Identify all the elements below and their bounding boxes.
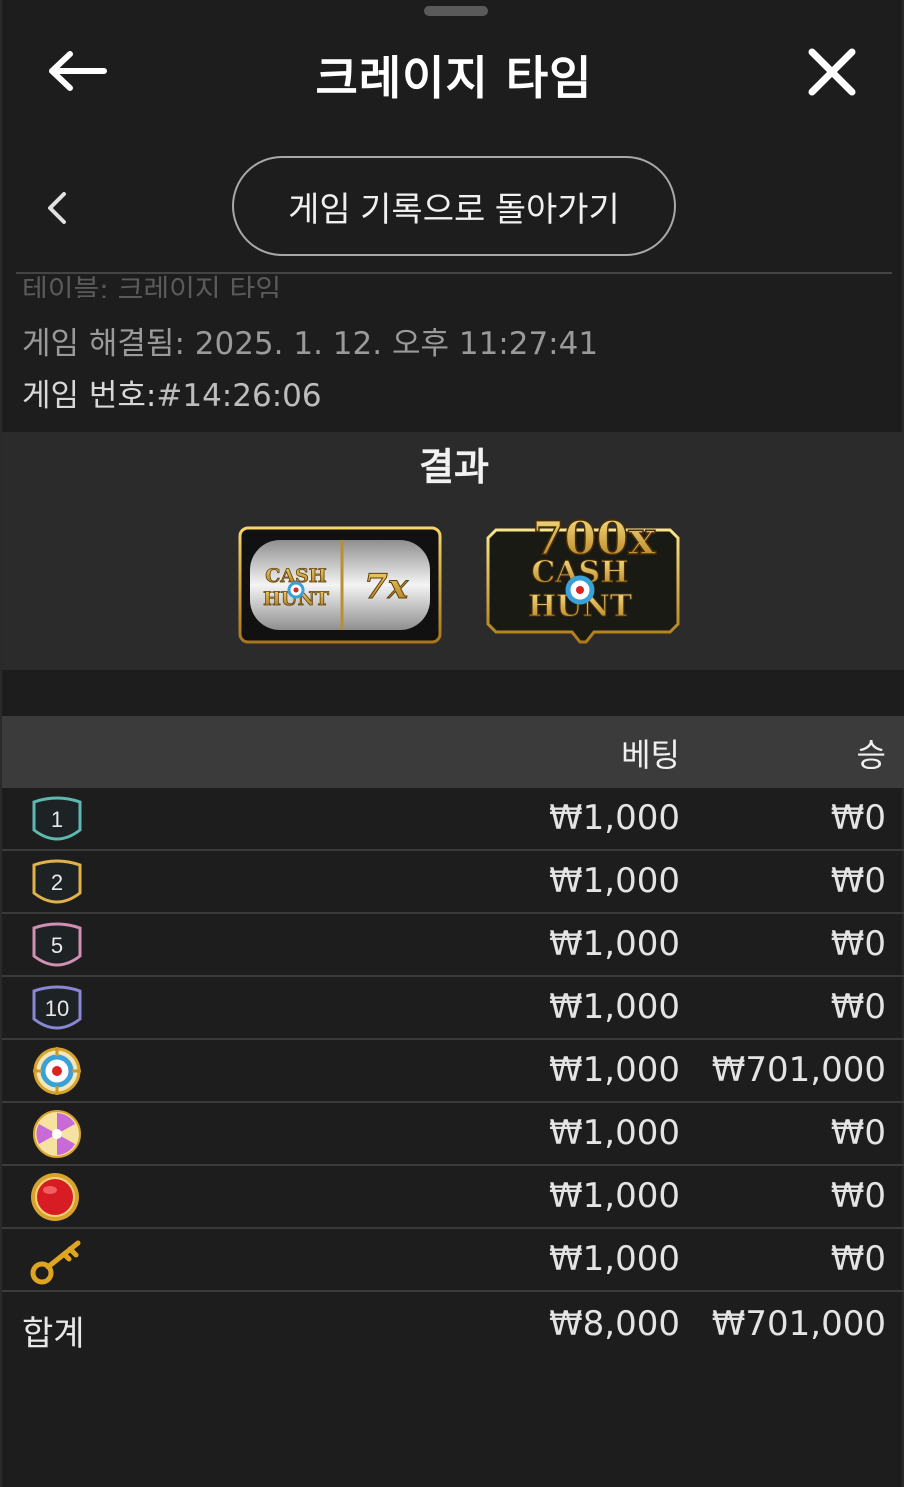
- game-number-value: #14:26:06: [156, 378, 322, 414]
- resolved-value: 2025. 1. 12. 오후 11:27:41: [194, 326, 599, 362]
- total-bet: ₩8,000: [549, 1304, 680, 1344]
- total-row: 합계 ₩8,000 ₩701,000: [2, 1294, 904, 1360]
- row-bet-amount: ₩1,000: [549, 1113, 680, 1153]
- svg-text:2: 2: [51, 870, 63, 895]
- result-title: 결과: [419, 445, 489, 489]
- row-bet-amount: ₩1,000: [549, 1050, 680, 1090]
- table-row: 1 ₩1,000 ₩0: [2, 788, 904, 851]
- row-bet-amount: ₩1,000: [549, 861, 680, 901]
- row-win-amount: ₩0: [830, 861, 886, 901]
- number-5-badge-icon: 5: [32, 922, 82, 967]
- total-label: 합계: [22, 1314, 85, 1354]
- row-win-amount: ₩0: [830, 798, 886, 838]
- table-row: ₩1,000 ₩0: [2, 1166, 904, 1229]
- cash-hunt-target-icon: [33, 1047, 81, 1095]
- table-name-faded: 테이블: 크레이지 타임: [22, 273, 282, 298]
- bets-table-body: 1 ₩1,000 ₩0 2 ₩1,000 ₩0 5 ₩1,000 ₩0 10 ₩1,000 ₩0…: [2, 788, 904, 1292]
- game-number-key: 게임 번호:: [22, 378, 157, 414]
- number-2-badge-icon: 2: [32, 859, 82, 904]
- row-bet-amount: ₩1,000: [549, 798, 680, 838]
- result-panel: 결과 CASH HUNT 7x 700x CASH HUNT: [2, 432, 904, 670]
- history-nav-row: 게임 기록으로 돌아가기: [2, 150, 904, 268]
- table-row: ₩1,000 ₩0: [2, 1103, 904, 1166]
- table-row: ₩1,000 ₩701,000: [2, 1040, 904, 1103]
- row-bet-amount: ₩1,000: [549, 1176, 680, 1216]
- top-slot-reel-image: CASH HUNT 7x: [238, 526, 442, 644]
- game-resolved-line: 게임 해결됨: 2025. 1. 12. 오후 11:27:41: [22, 318, 598, 363]
- sheet-grabber-handle[interactable]: [424, 6, 488, 16]
- table-row: 2 ₩1,000 ₩0: [2, 851, 904, 914]
- back-to-game-history-button[interactable]: 게임 기록으로 돌아가기: [232, 156, 676, 256]
- total-win: ₩701,000: [711, 1304, 886, 1344]
- bets-table-header: 베팅 승: [2, 716, 904, 788]
- row-win-amount: ₩0: [830, 1176, 886, 1216]
- row-win-amount: ₩0: [830, 1239, 886, 1279]
- spacer: [2, 670, 904, 716]
- slot-multiplier: 7x: [364, 567, 409, 607]
- table-row: ₩1,000 ₩0: [2, 1229, 904, 1292]
- row-win-amount: ₩0: [830, 924, 886, 964]
- header: 크레이지 타임: [2, 20, 904, 120]
- number-10-badge-icon: 10: [32, 985, 82, 1030]
- number-1-badge-icon: 1: [32, 796, 82, 841]
- wheel-result-cash-hunt-image: 700x CASH HUNT: [486, 510, 680, 644]
- svg-text:1: 1: [51, 807, 63, 832]
- resolved-key: 게임 해결됨:: [22, 326, 185, 362]
- page-title: 크레이지 타임: [315, 51, 593, 105]
- bottom-sheet: 크레이지 타임 게임 기록으로 돌아가기 테이블: 크레이지 타임 게임 해결됨…: [0, 0, 904, 1487]
- row-bet-amount: ₩1,000: [549, 987, 680, 1027]
- crazy-time-key-icon: [30, 1240, 81, 1285]
- game-number-line: 게임 번호:#14:26:06: [22, 370, 322, 415]
- row-bet-amount: ₩1,000: [549, 1239, 680, 1279]
- coin-flip-red-icon: [31, 1173, 79, 1221]
- row-bet-amount: ₩1,000: [549, 924, 680, 964]
- svg-text:10: 10: [45, 996, 69, 1021]
- column-header-bet: 베팅: [621, 736, 680, 774]
- svg-text:5: 5: [51, 933, 63, 958]
- row-win-amount: ₩0: [830, 1113, 886, 1153]
- pachinko-candy-icon: [33, 1110, 81, 1158]
- row-win-amount: ₩701,000: [711, 1050, 886, 1090]
- column-header-win: 승: [856, 736, 886, 774]
- table-row: 5 ₩1,000 ₩0: [2, 914, 904, 977]
- row-win-amount: ₩0: [830, 987, 886, 1027]
- chevron-left-icon[interactable]: [42, 190, 74, 226]
- close-icon[interactable]: [804, 44, 860, 100]
- table-row: 10 ₩1,000 ₩0: [2, 977, 904, 1040]
